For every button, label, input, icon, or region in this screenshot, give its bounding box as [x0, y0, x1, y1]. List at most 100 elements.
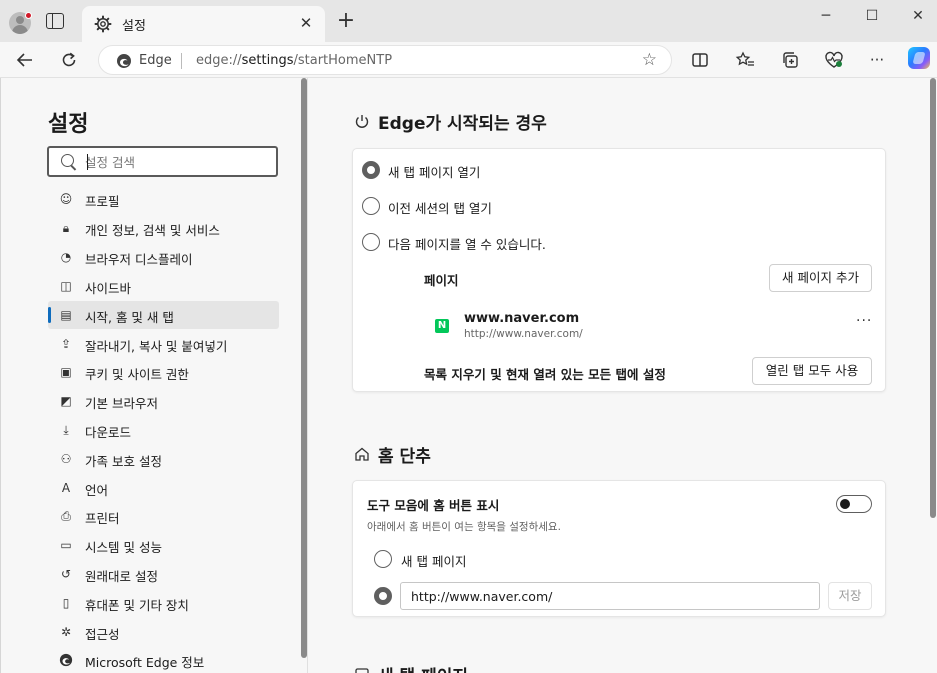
radio-home-url[interactable]: [374, 587, 392, 605]
home-button-toggle[interactable]: [836, 495, 872, 513]
sidebar-item-label: 시스템 및 성능: [85, 540, 162, 555]
minimize-button[interactable]: ─: [811, 4, 841, 28]
favorites-icon[interactable]: [733, 48, 757, 72]
active-tab[interactable]: 설정 ✕: [82, 6, 325, 42]
lock-icon: 🔒︎: [62, 221, 70, 235]
sidebar-scrollbar[interactable]: [301, 78, 307, 658]
sidebar-item-label: 쿠키 및 사이트 권한: [85, 367, 189, 382]
browser-window: 설정 ✕ + ─ ☐ ✕ Edge edge://settings/startH…: [0, 0, 937, 673]
sidebar-item-default-browser[interactable]: ◩ 기본 브라우저: [48, 387, 279, 415]
radio-label: 새 탭 페이지 열기: [388, 165, 481, 180]
page-title: www.naver.com: [464, 311, 580, 326]
browser-essentials-icon[interactable]: [822, 48, 846, 72]
sidebar-item-appearance[interactable]: ◔ 브라우저 디스플레이: [48, 243, 279, 271]
home-toggle-label: 도구 모음에 홈 버튼 표시: [367, 498, 500, 513]
home-icon: [355, 447, 369, 461]
divider: [181, 53, 182, 69]
settings-page: 설정 ☺ 프로필 🔒︎ 개인 정보, 검색 및 서비스 ◔ 브라우저 디스플레이…: [0, 78, 937, 673]
sidebar-item-label: 시작, 홈 및 새 탭: [85, 310, 174, 325]
power-icon: [355, 115, 369, 128]
startup-card: 새 탭 페이지 열기 이전 세션의 탭 열기 다음 페이지를 열 수 있습니다.…: [352, 148, 886, 392]
sidebar-item-about-edge[interactable]: Microsoft Edge 정보: [48, 646, 279, 673]
printer-icon: ⎙: [61, 509, 71, 523]
cookie-icon: ▣: [60, 365, 72, 379]
edge-icon: [59, 653, 73, 667]
sidebar-item-share-copy-paste[interactable]: ⇪ 잘라내기, 복사 및 붙여넣기: [48, 330, 279, 358]
favorite-star-icon[interactable]: ☆: [642, 50, 657, 70]
sidebar-item-languages[interactable]: A 언어: [48, 474, 279, 502]
reset-icon: ↺: [60, 567, 72, 581]
tab-actions-icon[interactable]: [46, 13, 64, 29]
sidebar-item-phone-devices[interactable]: ▯ 휴대폰 및 기타 장치: [48, 589, 279, 617]
sidebar-item-label: 가족 보호 설정: [85, 454, 162, 469]
sidebar-item-start-home-newtab[interactable]: ▤ 시작, 홈 및 새 탭: [48, 301, 279, 329]
settings-main: Edge가 시작되는 경우 새 탭 페이지 열기 이전 세션의 탭 열기 다음 …: [308, 78, 930, 673]
search-icon: [61, 154, 74, 167]
sidebar-item-reset-settings[interactable]: ↺ 원래대로 설정: [48, 560, 279, 588]
new-tab-section-title: 새 탭 페이지: [378, 662, 468, 673]
tab-title: 설정: [122, 19, 146, 34]
radio-label: 새 탭 페이지: [401, 554, 467, 569]
url-text: edge://settings/startHomeNTP: [196, 53, 393, 68]
sidebar-item-cookies-permissions[interactable]: ▣ 쿠키 및 사이트 권한: [48, 358, 279, 386]
sidebar-item-printers[interactable]: ⎙ 프린터: [48, 502, 279, 530]
sidebar-item-label: 잘라내기, 복사 및 붙여넣기: [85, 339, 228, 354]
language-icon: A: [61, 481, 71, 495]
more-options-icon[interactable]: ···: [856, 313, 872, 329]
sidebar-item-label: 프린터: [85, 511, 120, 526]
settings-search-box[interactable]: [47, 146, 278, 177]
home-section-title: 홈 단추: [378, 447, 431, 467]
sidebar-item-label: 휴대폰 및 기타 장치: [85, 598, 189, 613]
sidebar-item-label: 접근성: [85, 627, 120, 642]
accessibility-icon: ✲: [60, 625, 72, 639]
page-url: http://www.naver.com/: [464, 328, 583, 340]
add-page-button[interactable]: 새 페이지 추가: [769, 264, 872, 292]
edge-icon: [117, 54, 131, 68]
radio-new-tab[interactable]: [362, 161, 380, 179]
clear-list-label: 목록 지우기 및 현재 열려 있는 모든 탭에 설정: [424, 367, 666, 382]
sidebar-item-family-safety[interactable]: ⚇ 가족 보호 설정: [48, 445, 279, 473]
save-button[interactable]: 저장: [828, 582, 872, 610]
back-arrow-icon[interactable]: [13, 48, 37, 72]
sidebar-item-profiles[interactable]: ☺ 프로필: [48, 185, 279, 213]
home-url-input[interactable]: [400, 582, 820, 610]
sidebar-item-label: 사이드바: [85, 281, 132, 296]
phone-icon: ▯: [62, 596, 70, 610]
sidebar-item-label: 브라우저 디스플레이: [85, 252, 193, 267]
sidebar-item-system-performance[interactable]: ▭ 시스템 및 성능: [48, 531, 279, 559]
use-open-tabs-button[interactable]: 열린 탭 모두 사용: [752, 357, 872, 385]
sidebar-item-accessibility[interactable]: ✲ 접근성: [48, 618, 279, 646]
palette-icon: ◔: [60, 250, 72, 264]
radio-label: 이전 세션의 탭 열기: [388, 201, 492, 216]
navigation-toolbar: Edge edge://settings/startHomeNTP ☆ ···: [0, 42, 937, 78]
home-grid-icon: ▤: [60, 308, 72, 322]
naver-favicon: N: [435, 319, 449, 333]
new-tab-button[interactable]: +: [335, 9, 357, 33]
radio-previous-session[interactable]: [362, 197, 380, 215]
copilot-icon[interactable]: [908, 47, 930, 69]
collections-icon[interactable]: [778, 48, 802, 72]
family-icon: ⚇: [60, 452, 72, 466]
close-icon[interactable]: ✕: [297, 14, 315, 32]
sidebar-item-downloads[interactable]: ⤓ 다운로드: [48, 416, 279, 444]
default-browser-icon: ◩: [60, 394, 72, 408]
sidebar-item-privacy[interactable]: 🔒︎ 개인 정보, 검색 및 서비스: [48, 214, 279, 242]
refresh-icon[interactable]: [57, 48, 81, 72]
main-scrollbar[interactable]: [930, 78, 936, 518]
address-bar[interactable]: Edge edge://settings/startHomeNTP ☆: [98, 45, 672, 75]
radio-specific-pages[interactable]: [362, 233, 380, 251]
laptop-icon: ▭: [60, 538, 72, 552]
sidebar-item-label: 언어: [85, 483, 109, 498]
more-options-icon[interactable]: ···: [865, 48, 889, 72]
radio-home-new-tab[interactable]: [374, 550, 392, 568]
sidebar-item-label: Microsoft Edge 정보: [85, 655, 205, 670]
split-screen-icon[interactable]: [688, 48, 712, 72]
search-input[interactable]: [85, 152, 265, 172]
maximize-button[interactable]: ☐: [857, 4, 887, 28]
close-window-button[interactable]: ✕: [903, 4, 933, 28]
sidebar-item-sidebar[interactable]: ◫ 사이드바: [48, 272, 279, 300]
gear-icon: [94, 15, 112, 33]
radio-label: 다음 페이지를 열 수 있습니다.: [388, 237, 546, 252]
edge-label: Edge: [139, 53, 172, 68]
sidebar-item-label: 개인 정보, 검색 및 서비스: [85, 223, 220, 238]
